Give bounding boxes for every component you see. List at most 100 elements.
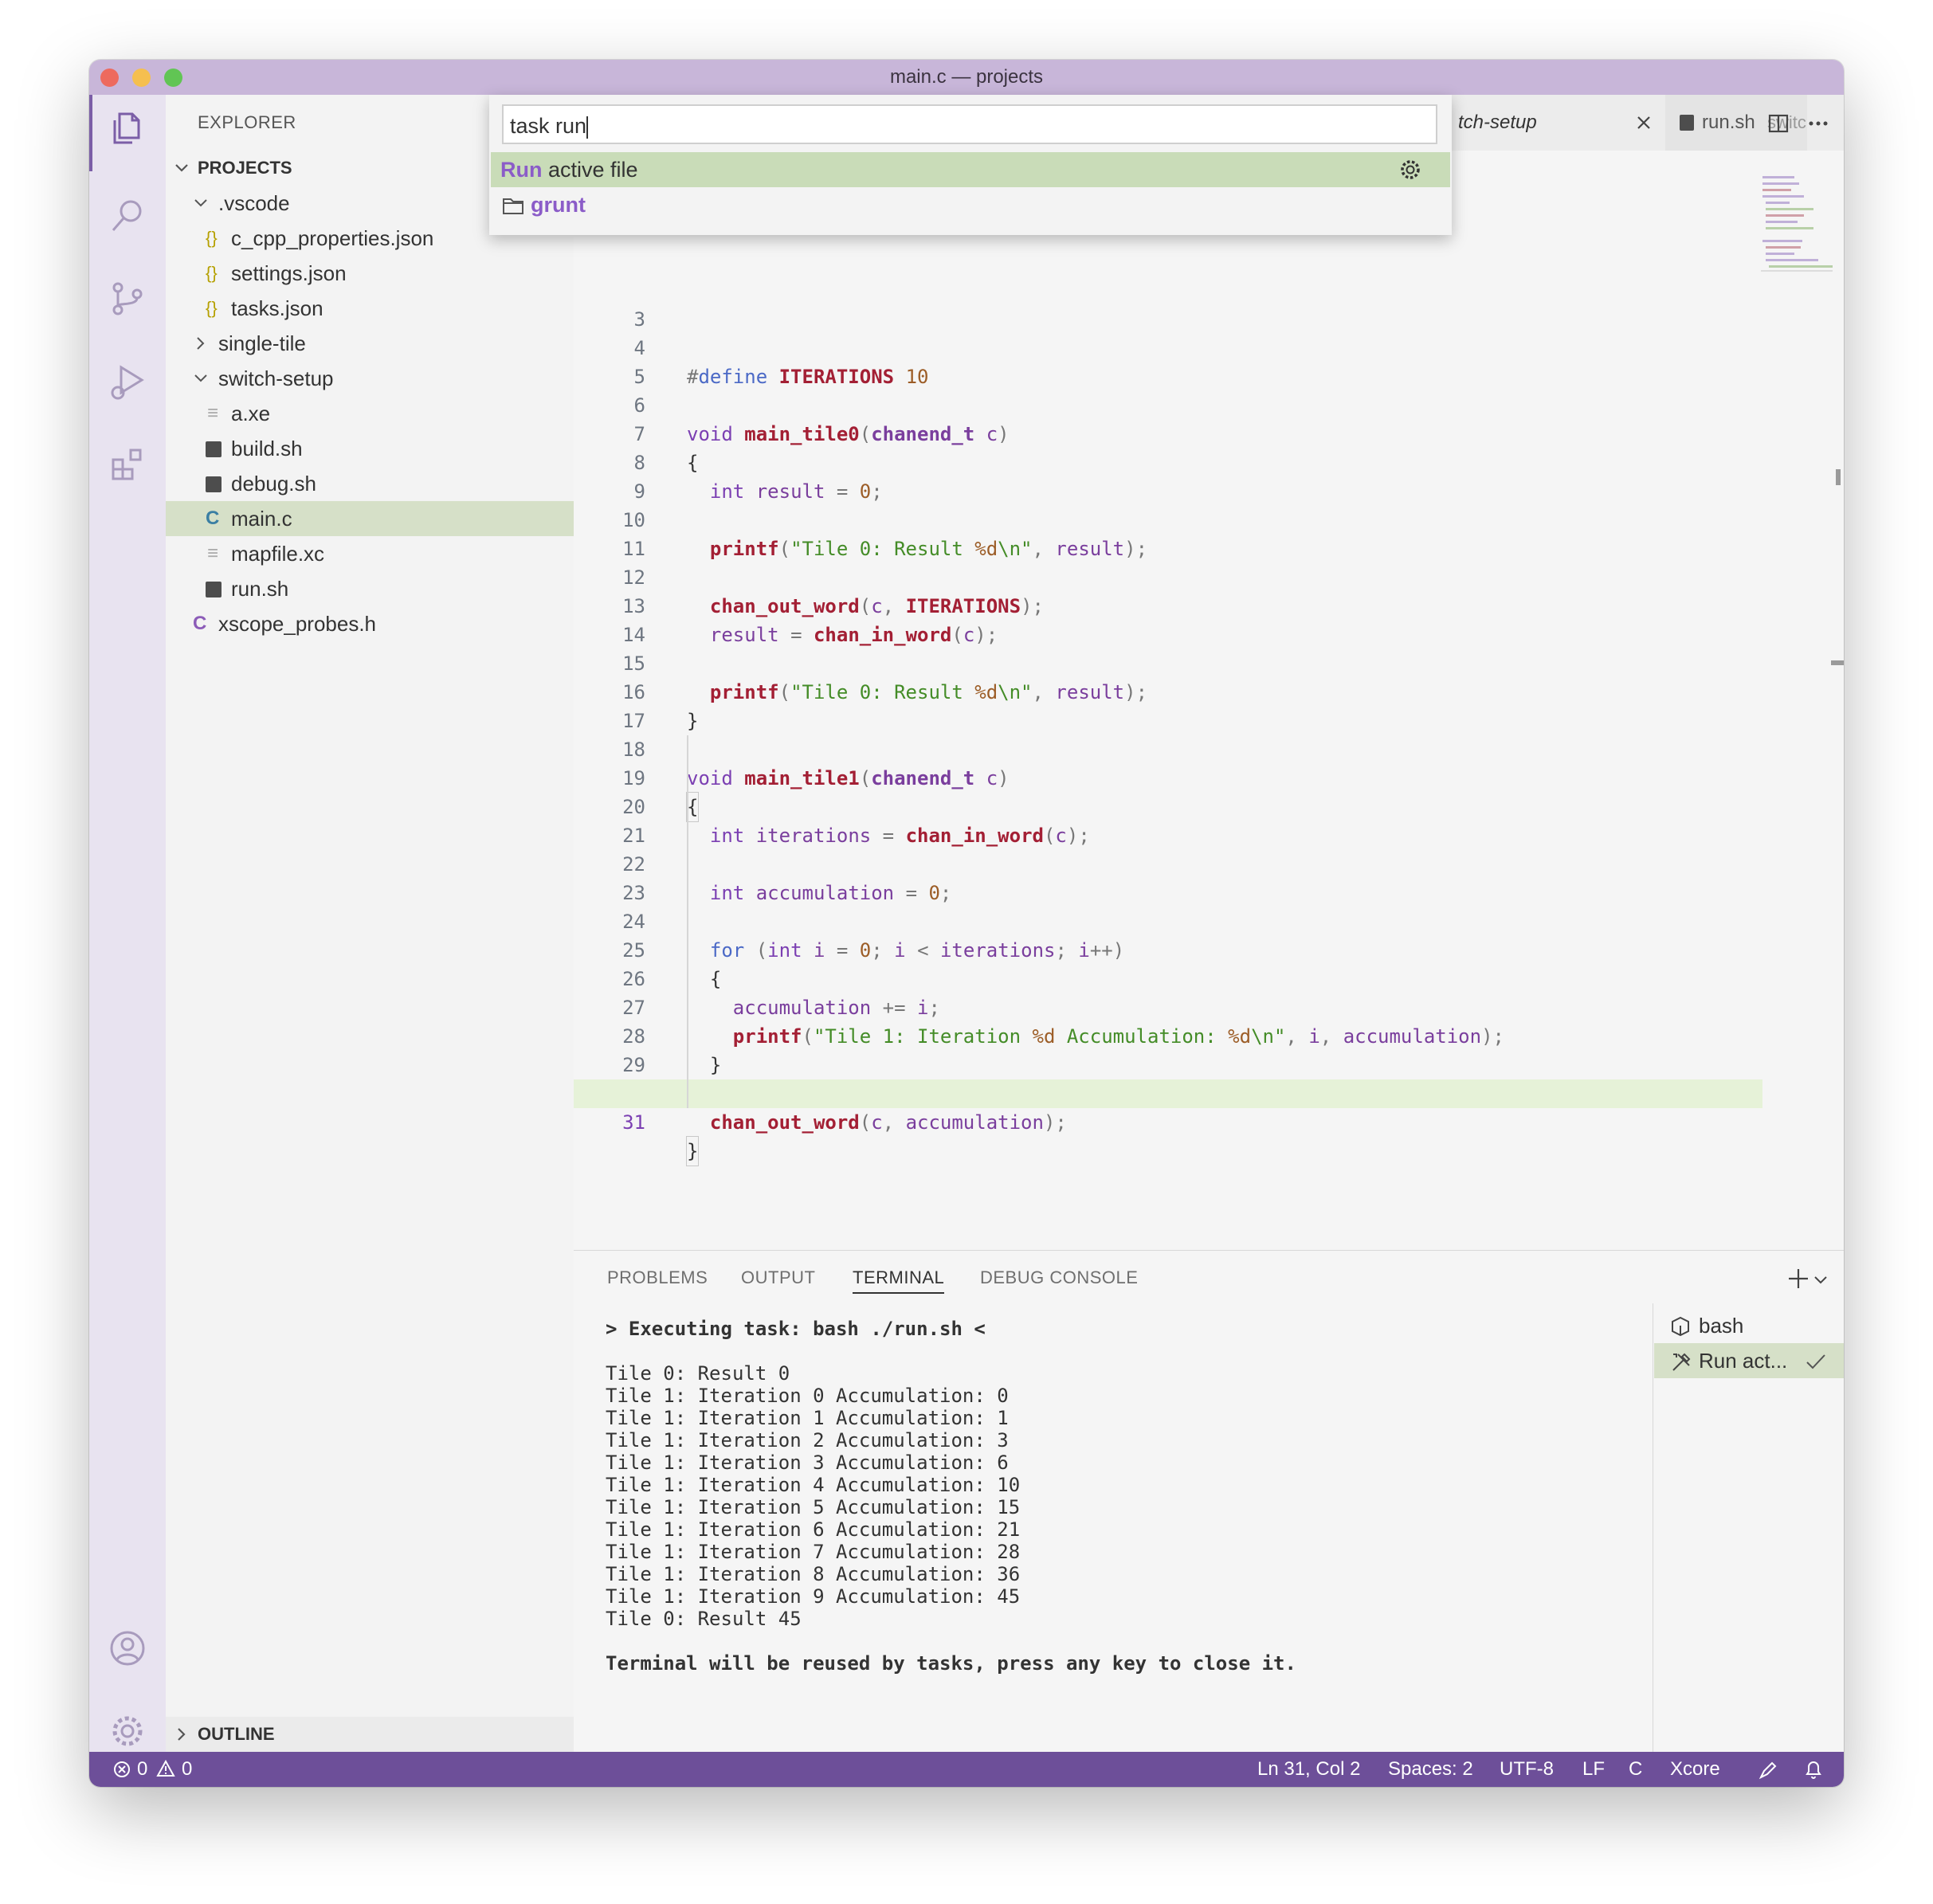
tree-item-tasks-json[interactable]: {} tasks.json <box>166 291 574 326</box>
tree-item-a-xe[interactable]: ≡ a.xe <box>166 396 574 431</box>
code-line[interactable]: 24 for (int i = 0; i < iterations; i++) <box>574 879 1753 962</box>
chevron-down-icon[interactable] <box>1813 1275 1828 1286</box>
gear-icon[interactable] <box>1399 159 1421 181</box>
code-line[interactable]: 20 int iterations = chan_in_word(c); <box>574 764 1753 847</box>
tree-item-label: switch-setup <box>218 366 334 390</box>
manage-gear-icon[interactable] <box>105 1709 150 1753</box>
tab-main-c[interactable]: tch-setup <box>1458 95 1537 151</box>
extensions-icon[interactable] <box>105 442 150 487</box>
code-line[interactable]: 29 <box>574 1022 1753 1076</box>
code-line[interactable]: 9 <box>574 449 1753 503</box>
tab-debug-console[interactable]: DEBUG CONSOLE <box>980 1263 1138 1292</box>
outline-section-header[interactable]: OUTLINE <box>166 1717 574 1752</box>
tree-item-settings-json[interactable]: {} settings.json <box>166 256 574 291</box>
split-editor-icon[interactable] <box>1767 112 1790 135</box>
code-line[interactable]: 14 <box>574 592 1753 646</box>
bell-icon[interactable] <box>1804 1760 1823 1781</box>
cursor-position[interactable]: Ln 31, Col 2 <box>1257 1752 1360 1787</box>
terminal-line: Tile 1: Iteration 4 Accumulation: 10 <box>606 1474 1021 1496</box>
code-line[interactable]: 21 <box>574 793 1753 847</box>
tab-terminal[interactable]: TERMINAL <box>853 1263 945 1294</box>
code-line[interactable]: 26 accumulation += i; <box>574 936 1753 1019</box>
terminal-list-label: bash <box>1699 1314 1744 1338</box>
quick-open-widget: task run Run active file grunt <box>489 95 1452 235</box>
terminal-list-item-bash[interactable]: bash <box>1654 1308 1844 1343</box>
run-debug-icon[interactable] <box>105 359 150 404</box>
quick-open-item-run-active-file[interactable]: Run active file <box>491 152 1450 187</box>
shell-file-icon <box>206 582 222 597</box>
terminal-list-item-run-active[interactable]: Run act... <box>1654 1343 1844 1378</box>
code-line[interactable]: 8 int result = 0; <box>574 420 1753 503</box>
tab-problems[interactable]: PROBLEMS <box>607 1263 708 1292</box>
scrollbar-thumb[interactable] <box>1836 469 1841 485</box>
code-line[interactable]: 16 } <box>574 649 1753 732</box>
code-line[interactable]: 4 #define ITERATIONS 10 <box>574 305 1753 388</box>
status-bar: 0 0 Ln 31, Col 2 Spaces: 2 UTF-8 LF C Xc… <box>89 1752 1844 1787</box>
tree-item-main-c[interactable]: C main.c <box>166 501 574 536</box>
code-line[interactable]: 27 printf("Tile 1: Iteration %d Accumula… <box>574 965 1753 1048</box>
minimap[interactable] <box>1761 174 1833 272</box>
folder-icon <box>503 198 523 214</box>
code-line[interactable]: 28 } <box>574 993 1753 1076</box>
tab-output[interactable]: OUTPUT <box>741 1263 815 1292</box>
new-terminal-icon[interactable] <box>1786 1267 1810 1291</box>
code-line[interactable]: 6 void main_tile0(chanend_t c) <box>574 362 1753 445</box>
code-line[interactable]: 17 <box>574 678 1753 732</box>
explorer-header: EXPLORER <box>198 112 296 132</box>
tree-item-single-tile[interactable]: single-tile <box>166 326 574 361</box>
tree-item-build-sh[interactable]: build.sh <box>166 431 574 466</box>
code-line[interactable]: 13 result = chan_in_word(c); <box>574 563 1753 646</box>
code-line[interactable]: 3 <box>574 276 1753 331</box>
bottom-panel: PROBLEMS OUTPUT TERMINAL DEBUG CONSOLE >… <box>574 1250 1844 1753</box>
shell-file-icon <box>206 476 222 492</box>
json-file-icon: {} <box>206 298 218 318</box>
feedback-icon[interactable] <box>1758 1760 1778 1781</box>
code-line[interactable]: 11 <box>574 506 1753 560</box>
terminal-line: Tile 1: Iteration 8 Accumulation: 36 <box>606 1563 1021 1585</box>
code-line[interactable]: 19 { <box>574 735 1753 822</box>
account-icon[interactable] <box>105 1626 150 1671</box>
code-line[interactable]: 7 { <box>574 391 1753 474</box>
code-line[interactable]: 22 int accumulation = 0; <box>574 821 1753 904</box>
tree-item-debug-sh[interactable]: debug.sh <box>166 466 574 501</box>
search-icon[interactable] <box>105 194 150 238</box>
tree-item-switch-setup[interactable]: switch-setup <box>166 361 574 396</box>
tree-item-label: settings.json <box>231 261 347 285</box>
projects-section-label: PROJECTS <box>198 158 292 178</box>
warning-count: 0 <box>182 1758 193 1780</box>
quick-open-input[interactable]: task run <box>502 104 1437 144</box>
tree-item-run-sh[interactable]: run.sh <box>166 571 574 606</box>
close-icon[interactable] <box>1635 114 1653 131</box>
code-line[interactable]: 10 printf("Tile 0: Result %d\n", result)… <box>574 477 1753 560</box>
current-code-line[interactable]: 31 } <box>574 1079 1762 1166</box>
code-line[interactable]: 30 chan_out_word(c, accumulation); <box>574 1051 1753 1134</box>
source-control-icon[interactable] <box>105 276 150 321</box>
tree-item-label: tasks.json <box>231 296 323 320</box>
tree-item-label: debug.sh <box>231 472 316 496</box>
language-status[interactable]: C <box>1629 1752 1642 1787</box>
code-line[interactable]: 25 { <box>574 907 1753 990</box>
explorer-icon[interactable] <box>105 106 150 151</box>
code-line[interactable]: 23 <box>574 850 1753 904</box>
explorer-sidebar: EXPLORER PROJECTS .vscode {} c_cpp_prope… <box>166 95 574 1752</box>
line-number: 31 <box>622 1111 645 1134</box>
code-line[interactable]: 5 <box>574 334 1753 388</box>
encoding-status[interactable]: UTF-8 <box>1500 1752 1554 1787</box>
code-line[interactable]: 15 printf("Tile 0: Result %d\n", result)… <box>574 621 1753 703</box>
code-line[interactable]: 18 void main_tile1(chanend_t c) <box>574 707 1753 789</box>
check-icon <box>1806 1354 1825 1369</box>
title-bar: main.c — projects <box>89 60 1844 95</box>
outline-section-label: OUTLINE <box>198 1724 275 1744</box>
indent-guide <box>687 735 688 1108</box>
terminal-line: Tile 1: Iteration 9 Accumulation: 45 <box>606 1585 1021 1608</box>
tree-item-label: run.sh <box>231 577 289 601</box>
more-actions-icon[interactable] <box>1807 112 1829 135</box>
c-header-icon: C <box>193 613 207 634</box>
configuration-status[interactable]: Xcore <box>1670 1752 1720 1787</box>
tree-item-xscope-probes-h[interactable]: C xscope_probes.h <box>166 606 574 641</box>
code-line[interactable]: 12 chan_out_word(c, ITERATIONS); <box>574 535 1753 617</box>
quick-open-item-grunt[interactable]: grunt <box>491 187 1450 222</box>
eol-status[interactable]: LF <box>1582 1752 1605 1787</box>
tree-item-mapfile-xc[interactable]: ≡ mapfile.xc <box>166 536 574 571</box>
indentation-status[interactable]: Spaces: 2 <box>1388 1752 1473 1787</box>
